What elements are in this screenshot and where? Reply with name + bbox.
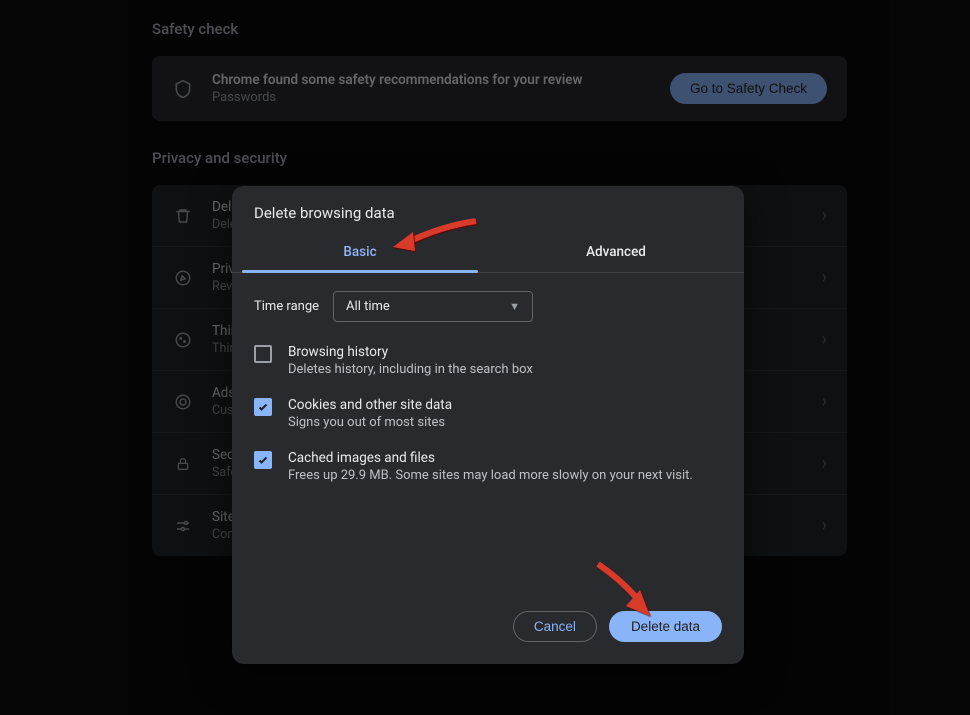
option-title: Cached images and files [288, 450, 693, 466]
dialog-title: Delete browsing data [232, 186, 744, 234]
option-sub: Signs you out of most sites [288, 415, 452, 430]
tab-advanced[interactable]: Advanced [488, 234, 744, 272]
tab-basic[interactable]: Basic [232, 234, 488, 272]
checkbox-cached[interactable] [254, 451, 272, 469]
delete-browsing-data-dialog: Delete browsing data Basic Advanced Time… [232, 186, 744, 664]
checkbox-browsing-history[interactable] [254, 345, 272, 363]
dialog-tabs: Basic Advanced [232, 234, 744, 273]
option-title: Cookies and other site data [288, 397, 452, 413]
time-range-select[interactable]: All time ▼ [333, 291, 533, 322]
time-range-label: Time range [254, 299, 319, 314]
option-sub: Frees up 29.9 MB. Some sites may load mo… [288, 468, 693, 483]
option-title: Browsing history [288, 344, 533, 360]
option-browsing-history: Browsing history Deletes history, includ… [254, 344, 722, 377]
option-cookies: Cookies and other site data Signs you ou… [254, 397, 722, 430]
time-range-value: All time [346, 299, 390, 314]
delete-data-button[interactable]: Delete data [609, 611, 722, 642]
cancel-button[interactable]: Cancel [513, 611, 597, 642]
option-sub: Deletes history, including in the search… [288, 362, 533, 377]
checkbox-cookies[interactable] [254, 398, 272, 416]
chevron-down-icon: ▼ [509, 300, 520, 313]
option-cached: Cached images and files Frees up 29.9 MB… [254, 450, 722, 483]
